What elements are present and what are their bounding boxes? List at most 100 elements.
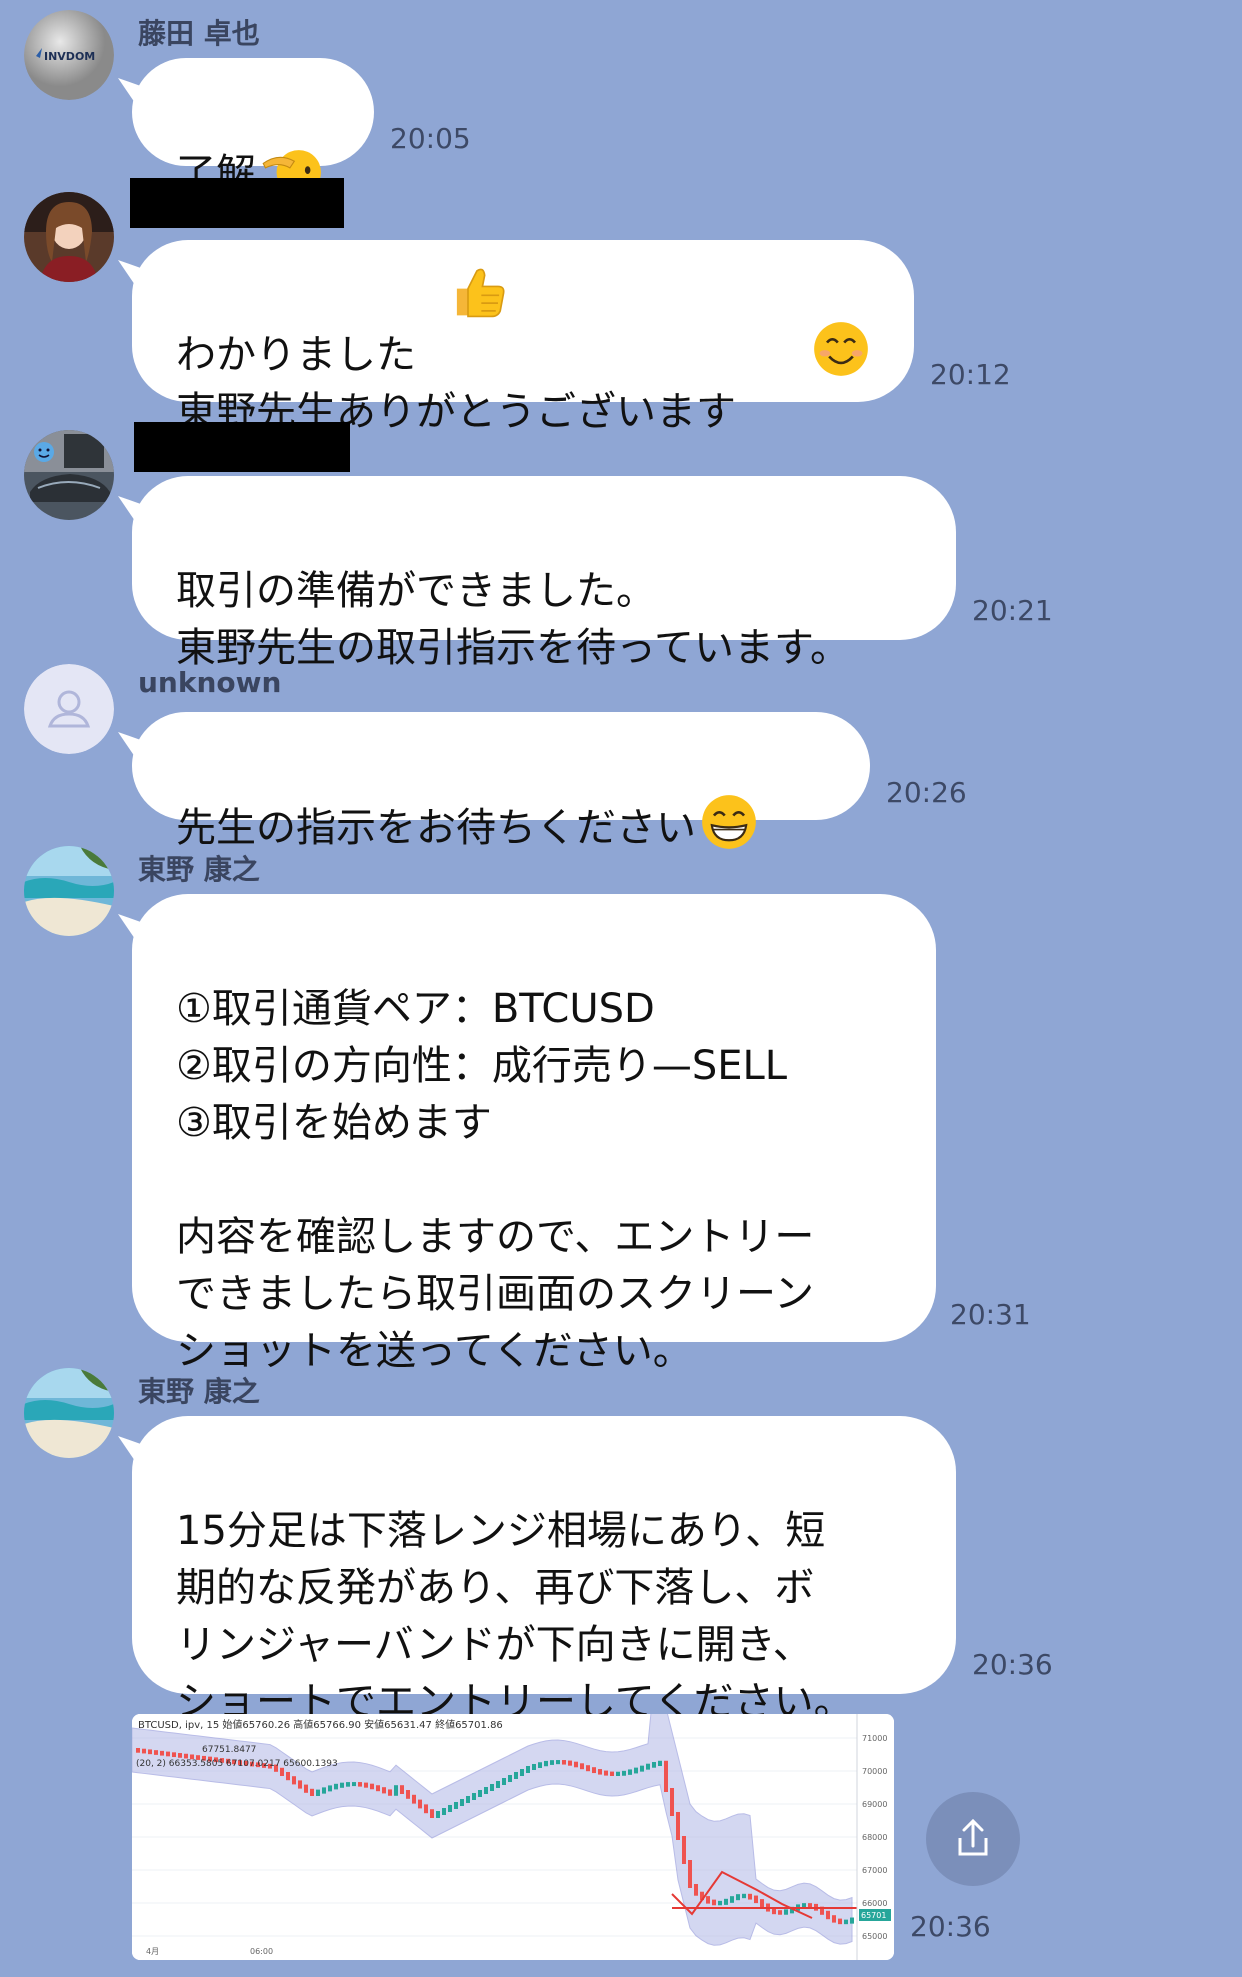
avatar-logo-text: INVDOM bbox=[44, 50, 95, 63]
candle bbox=[406, 1790, 410, 1799]
avatar[interactable] bbox=[24, 846, 114, 936]
candle bbox=[472, 1793, 476, 1800]
message-bubble[interactable]: 15分足は下落レンジ相場にあり、短 期的な反発があり、再び下落し、ボ リンジャー… bbox=[132, 1416, 956, 1725]
candle bbox=[310, 1788, 314, 1796]
y-tick-label: 70000 bbox=[862, 1767, 887, 1776]
candle bbox=[646, 1763, 650, 1770]
sender-name: 藤田 卓也 bbox=[138, 17, 260, 50]
candle bbox=[508, 1775, 512, 1782]
smiling-face-emoji-icon bbox=[814, 322, 868, 376]
message-text: ①取引通貨ペア：BTCUSD ②取引の方向性：成行売り—SELL ③取引を始めま… bbox=[176, 986, 815, 1374]
candle bbox=[850, 1917, 854, 1924]
chart-header-text: BTCUSD, ipv, 15 始値65760.26 高値65766.90 安値… bbox=[138, 1718, 503, 1731]
candle bbox=[844, 1919, 848, 1925]
btc-chart: BTCUSD, ipv, 15 始値65760.26 高値65766.90 安値… bbox=[132, 1714, 894, 1960]
candle bbox=[640, 1765, 644, 1772]
candle bbox=[670, 1788, 674, 1816]
candle bbox=[142, 1748, 146, 1754]
candle bbox=[400, 1785, 404, 1794]
candle bbox=[496, 1781, 500, 1788]
candle bbox=[328, 1785, 332, 1792]
candle bbox=[760, 1899, 764, 1908]
message-text: 先生の指示をお待ちください bbox=[176, 805, 696, 851]
candle bbox=[550, 1760, 554, 1765]
candle bbox=[754, 1895, 758, 1904]
thumbs-up-emoji-icon bbox=[456, 268, 505, 318]
chat-thread[interactable]: INVDOM 藤田 卓也 了解 20:05 わかりました 東野先生ありがとうござ… bbox=[0, 0, 1242, 1977]
candle bbox=[652, 1762, 656, 1768]
candle bbox=[748, 1893, 752, 1900]
candle bbox=[616, 1771, 620, 1776]
sender-name: unknown bbox=[138, 666, 282, 699]
chart-image-attachment[interactable]: BTCUSD, ipv, 15 始値65760.26 高値65766.90 安値… bbox=[132, 1714, 894, 1960]
candle bbox=[154, 1750, 158, 1755]
candle bbox=[364, 1782, 368, 1788]
message-text: 15分足は下落レンジ相場にあり、短 期的な反発があり、再び下落し、ボ リンジャー… bbox=[176, 1508, 854, 1725]
candle bbox=[526, 1766, 530, 1773]
candle bbox=[178, 1753, 182, 1758]
message-text: 取引の準備ができました。 東野先生の取引指示を待っています。 bbox=[176, 568, 850, 671]
candle bbox=[568, 1760, 572, 1766]
message-bubble[interactable]: ①取引通貨ペア：BTCUSD ②取引の方向性：成行売り—SELL ③取引を始めま… bbox=[132, 894, 936, 1374]
candle bbox=[424, 1804, 428, 1814]
share-icon bbox=[958, 1818, 988, 1856]
candle bbox=[592, 1767, 596, 1774]
candle bbox=[694, 1884, 698, 1896]
candle bbox=[148, 1749, 152, 1755]
candle bbox=[298, 1780, 302, 1789]
candle bbox=[586, 1765, 590, 1772]
redacted-name bbox=[134, 422, 350, 472]
candle bbox=[634, 1767, 638, 1774]
candle bbox=[358, 1782, 362, 1787]
avatar[interactable] bbox=[24, 1368, 114, 1458]
candle bbox=[832, 1915, 836, 1923]
candle bbox=[628, 1769, 632, 1775]
message-bubble[interactable]: 取引の準備ができました。 東野先生の取引指示を待っています。 bbox=[132, 476, 956, 671]
message-time: 20:12 bbox=[930, 358, 1011, 391]
candle bbox=[376, 1785, 380, 1792]
chart-ma-text: 67751.8477 bbox=[202, 1745, 256, 1755]
candle bbox=[286, 1772, 290, 1781]
x-tick-label: 06:00 bbox=[250, 1947, 273, 1956]
candle bbox=[502, 1778, 506, 1785]
message-text: わかりました 東野先生ありがとうございます bbox=[176, 332, 736, 435]
y-tick-label: 67000 bbox=[862, 1866, 887, 1875]
candle bbox=[340, 1782, 344, 1788]
avatar[interactable] bbox=[24, 664, 114, 754]
candle bbox=[454, 1802, 458, 1809]
candle bbox=[532, 1763, 536, 1770]
candle bbox=[598, 1769, 602, 1775]
candle bbox=[436, 1811, 440, 1818]
message-bubble[interactable]: 了解 bbox=[132, 58, 374, 197]
candle bbox=[484, 1787, 488, 1794]
avatar[interactable] bbox=[24, 192, 114, 282]
message-bubble[interactable]: わかりました 東野先生ありがとうございます bbox=[132, 240, 914, 435]
avatar[interactable]: INVDOM bbox=[24, 10, 114, 100]
message-bubble[interactable]: 先生の指示をお待ちください bbox=[132, 712, 870, 851]
message-time: 20:05 bbox=[390, 122, 471, 155]
chart-bb-text: (20, 2) 66353.5805 67107.0217 65600.1393 bbox=[136, 1759, 338, 1769]
message-time: 20:36 bbox=[910, 1910, 991, 1943]
candle bbox=[430, 1809, 434, 1818]
candle bbox=[544, 1760, 548, 1767]
message-time: 20:36 bbox=[972, 1648, 1053, 1681]
candle bbox=[658, 1760, 662, 1767]
candle bbox=[724, 1898, 728, 1905]
candle bbox=[352, 1782, 356, 1787]
candle bbox=[736, 1894, 740, 1901]
candle bbox=[664, 1760, 668, 1792]
candle bbox=[184, 1753, 188, 1759]
candle bbox=[418, 1799, 422, 1809]
candle bbox=[316, 1789, 320, 1796]
share-button[interactable] bbox=[926, 1792, 1020, 1886]
avatar[interactable] bbox=[24, 430, 114, 520]
candle bbox=[682, 1836, 686, 1864]
candle bbox=[280, 1767, 284, 1776]
candle bbox=[778, 1910, 782, 1915]
redacted-name bbox=[130, 178, 344, 228]
candle bbox=[514, 1772, 518, 1779]
candle bbox=[712, 1899, 716, 1906]
x-tick-label: 4月 bbox=[146, 1947, 159, 1956]
candle bbox=[172, 1752, 176, 1758]
y-tick-label: 68000 bbox=[862, 1833, 887, 1842]
